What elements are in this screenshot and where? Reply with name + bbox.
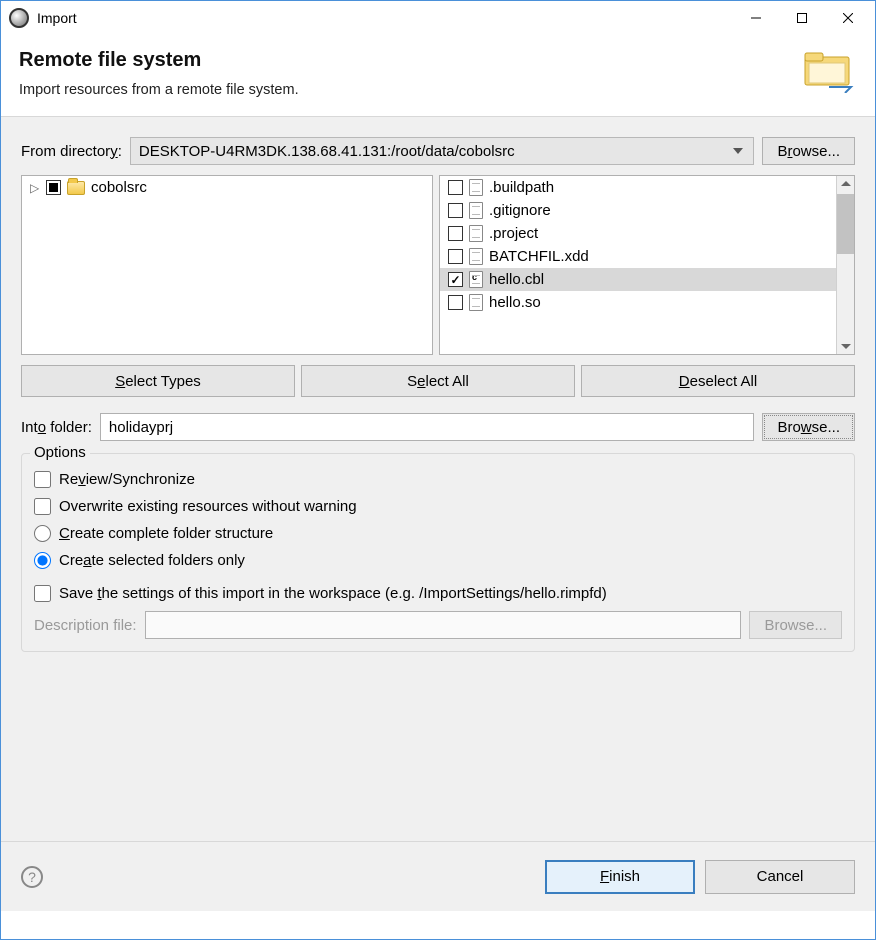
close-button[interactable] — [825, 2, 871, 34]
into-folder-label: Into folder: — [21, 419, 92, 436]
window-controls — [733, 2, 871, 34]
create-selected-radio[interactable] — [34, 552, 51, 569]
file-checkbox[interactable] — [448, 272, 463, 287]
file-checkbox[interactable] — [448, 295, 463, 310]
select-button-row: Select Types Select All Deselect All — [21, 365, 855, 397]
folder-tree-pane[interactable]: ▷ cobolsrc — [21, 175, 433, 355]
review-sync-option[interactable]: Review/Synchronize — [34, 466, 842, 493]
minimize-icon — [751, 13, 761, 23]
maximize-button[interactable] — [779, 2, 825, 34]
tree-item-label: cobolsrc — [91, 179, 147, 196]
create-complete-option[interactable]: Create complete folder structure — [34, 520, 842, 547]
close-icon — [843, 13, 853, 23]
file-name: .gitignore — [489, 202, 551, 219]
file-row[interactable]: BATCHFIL.xdd — [440, 245, 836, 268]
file-name: BATCHFIL.xdd — [489, 248, 589, 265]
description-file-browse-button: Browse... — [749, 611, 842, 639]
save-settings-option[interactable]: Save the settings of this import in the … — [34, 580, 842, 607]
tree-checkbox[interactable] — [46, 180, 61, 195]
into-folder-input[interactable] — [100, 413, 755, 441]
select-types-button[interactable]: Select Types — [21, 365, 295, 397]
description-file-label: Description file: — [34, 617, 137, 634]
from-directory-browse-button[interactable]: Browse... — [762, 137, 855, 165]
overwrite-label: Overwrite existing resources without war… — [59, 498, 357, 515]
description-file-row: Description file: Browse... — [34, 611, 842, 639]
cancel-button[interactable]: Cancel — [705, 860, 855, 894]
overwrite-checkbox[interactable] — [34, 498, 51, 515]
wizard-header: Remote file system Import resources from… — [1, 35, 875, 116]
wizard-footer: ? Finish Cancel — [1, 841, 875, 911]
file-icon — [469, 248, 483, 265]
from-directory-value: DESKTOP-U4RM3DK.138.68.41.131:/root/data… — [139, 143, 515, 160]
file-list-pane[interactable]: .buildpath .gitignore .project BATCHFIL.… — [439, 175, 855, 355]
file-list-scrollbar[interactable] — [836, 176, 854, 354]
file-icon — [469, 179, 483, 196]
file-checkbox[interactable] — [448, 203, 463, 218]
folder-import-icon — [801, 49, 857, 93]
create-selected-option[interactable]: Create selected folders only — [34, 547, 842, 574]
file-name: hello.so — [489, 294, 541, 311]
file-checkbox[interactable] — [448, 226, 463, 241]
file-icon — [469, 202, 483, 219]
into-folder-browse-button[interactable]: Browse... — [762, 413, 855, 441]
save-settings-checkbox[interactable] — [34, 585, 51, 602]
titlebar: Import — [1, 1, 875, 35]
file-row[interactable]: .buildpath — [440, 176, 836, 199]
scrollbar-thumb[interactable] — [837, 194, 854, 254]
overwrite-option[interactable]: Overwrite existing resources without war… — [34, 493, 842, 520]
file-name: hello.cbl — [489, 271, 544, 288]
create-selected-label: Create selected folders only — [59, 552, 245, 569]
file-row[interactable]: hello.so — [440, 291, 836, 314]
description-file-input — [145, 611, 742, 639]
tree-row[interactable]: ▷ cobolsrc — [22, 176, 432, 199]
finish-button[interactable]: Finish — [545, 860, 695, 894]
file-icon — [469, 225, 483, 242]
deselect-all-button[interactable]: Deselect All — [581, 365, 855, 397]
page-title: Remote file system — [19, 49, 299, 72]
save-settings-label: Save the settings of this import in the … — [59, 585, 607, 602]
select-all-button[interactable]: Select All — [301, 365, 575, 397]
into-folder-row: Into folder: Browse... — [21, 413, 855, 441]
resource-panes: ▷ cobolsrc .buildpath .gitignore — [21, 175, 855, 355]
wizard-body: From directory: DESKTOP-U4RM3DK.138.68.4… — [1, 116, 875, 911]
window-title: Import — [37, 10, 733, 26]
cobol-file-icon — [469, 271, 483, 288]
file-name: .project — [489, 225, 538, 242]
file-row[interactable]: .gitignore — [440, 199, 836, 222]
from-directory-combo[interactable]: DESKTOP-U4RM3DK.138.68.41.131:/root/data… — [130, 137, 755, 165]
page-subtitle: Import resources from a remote file syst… — [19, 82, 299, 98]
review-sync-label: Review/Synchronize — [59, 471, 195, 488]
file-row[interactable]: .project — [440, 222, 836, 245]
help-icon[interactable]: ? — [21, 866, 43, 888]
create-complete-radio[interactable] — [34, 525, 51, 542]
file-checkbox[interactable] — [448, 249, 463, 264]
maximize-icon — [797, 13, 807, 23]
review-sync-checkbox[interactable] — [34, 471, 51, 488]
file-name: .buildpath — [489, 179, 554, 196]
create-complete-label: Create complete folder structure — [59, 525, 273, 542]
minimize-button[interactable] — [733, 2, 779, 34]
folder-icon — [67, 181, 85, 195]
file-row[interactable]: hello.cbl — [440, 268, 836, 291]
options-group: Options Review/Synchronize Overwrite exi… — [21, 453, 855, 652]
file-icon — [469, 294, 483, 311]
app-icon — [9, 8, 29, 28]
file-checkbox[interactable] — [448, 180, 463, 195]
expand-icon[interactable]: ▷ — [30, 181, 40, 195]
from-directory-row: From directory: DESKTOP-U4RM3DK.138.68.4… — [21, 137, 855, 165]
from-directory-label: From directory: — [21, 143, 122, 160]
options-legend: Options — [30, 444, 90, 461]
